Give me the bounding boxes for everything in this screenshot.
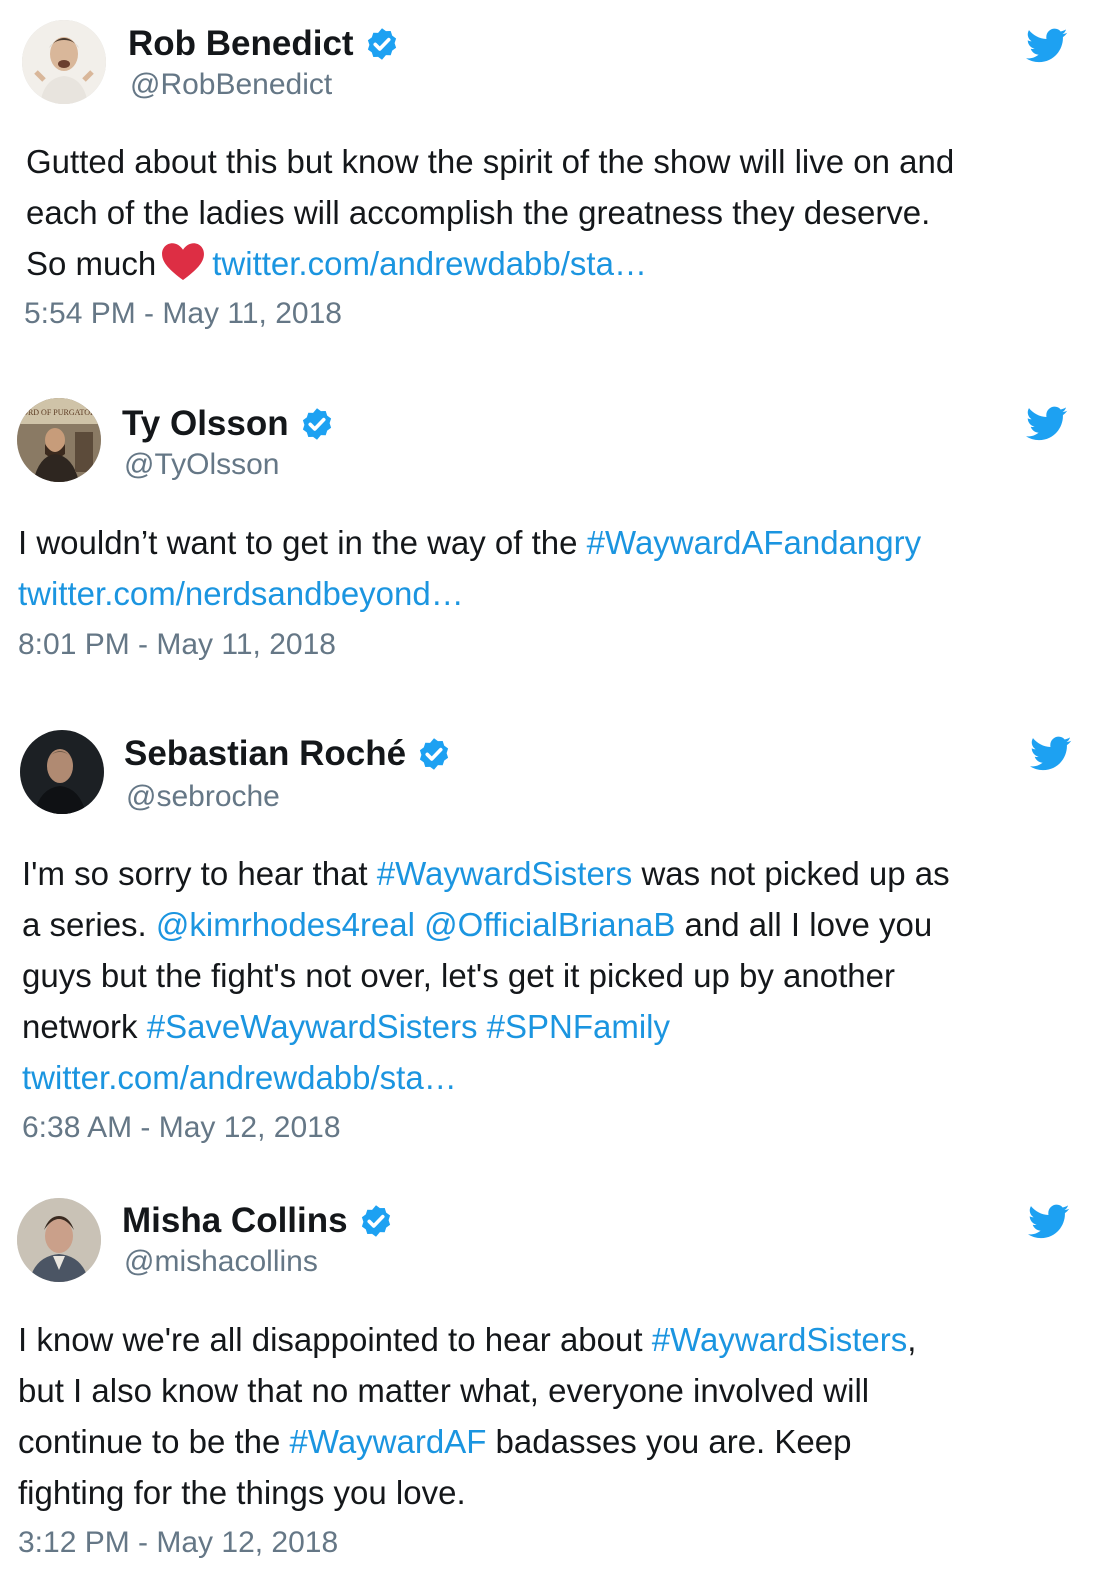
user-handle[interactable]: @RobBenedict <box>130 68 332 102</box>
tweet-line: I wouldn’t want to get in the way of the… <box>18 517 921 568</box>
hashtag-link[interactable]: #SaveWaywardSisters <box>147 1008 478 1045</box>
tweet-line: twitter.com/andrewdabb/sta… <box>22 1052 457 1103</box>
avatar[interactable] <box>17 1198 101 1282</box>
tweet-ty-olsson[interactable]: LORD OF PURGATORY Ty Olsson @TyOlsson I … <box>0 380 1098 680</box>
tweet-line: network #SaveWaywardSisters #SPNFamily <box>22 1001 670 1052</box>
hashtag-link[interactable]: #WaywardAF <box>290 1423 487 1460</box>
tweet-timestamp[interactable]: 8:01 PM - May 11, 2018 <box>18 628 336 662</box>
verified-badge-icon <box>358 1203 394 1239</box>
twitter-bird-icon[interactable] <box>1028 1204 1070 1240</box>
user-handle[interactable]: @sebroche <box>126 780 280 814</box>
tweet-text: So much <box>26 245 157 282</box>
display-name[interactable]: Ty Olsson <box>122 404 335 444</box>
tweet-rob-benedict[interactable]: Rob Benedict @RobBenedict Gutted about t… <box>0 0 1098 360</box>
tweet-misha-collins[interactable]: Misha Collins @mishacollins I know we're… <box>0 1180 1098 1576</box>
verified-badge-icon <box>416 736 452 772</box>
hashtag-link[interactable]: #WaywardSisters <box>377 855 633 892</box>
display-name[interactable]: Rob Benedict <box>128 24 400 64</box>
tweet-timestamp[interactable]: 5:54 PM - May 11, 2018 <box>24 297 342 331</box>
tweet-text: I know we're all disappointed to hear ab… <box>18 1321 652 1358</box>
avatar-photo: LORD OF PURGATORY <box>17 398 101 482</box>
verified-badge-icon <box>299 406 335 442</box>
tweet-text: , <box>907 1321 917 1358</box>
display-name[interactable]: Sebastian Roché <box>124 734 452 774</box>
avatar[interactable]: LORD OF PURGATORY <box>17 398 101 482</box>
hashtag-link[interactable]: #SPNFamily <box>487 1008 670 1045</box>
twitter-bird-icon[interactable] <box>1026 406 1068 442</box>
tweet-line: fighting for the things you love. <box>18 1474 466 1511</box>
user-handle[interactable]: @TyOlsson <box>124 448 280 482</box>
tweet-text: network <box>22 1008 147 1045</box>
tweet-link[interactable]: twitter.com/andrewdabb/sta… <box>212 245 647 282</box>
display-name-text: Ty Olsson <box>122 404 289 443</box>
tweet-line: I know we're all disappointed to hear ab… <box>18 1314 916 1365</box>
tweet-line: each of the ladies will accomplish the g… <box>26 194 931 231</box>
tweet-line: but I also know that no matter what, eve… <box>18 1372 870 1409</box>
twitter-bird-icon[interactable] <box>1030 736 1072 772</box>
display-name[interactable]: Misha Collins <box>122 1201 394 1241</box>
user-handle[interactable]: @mishacollins <box>124 1245 318 1279</box>
red-heart-icon <box>160 241 206 281</box>
avatar[interactable] <box>22 20 106 104</box>
tweet-line: twitter.com/nerdsandbeyond… <box>18 568 464 619</box>
tweet-line: So much twitter.com/andrewdabb/sta… <box>26 238 647 289</box>
tweet-line: Gutted about this but know the spirit of… <box>26 143 955 180</box>
tweet-link[interactable]: twitter.com/nerdsandbeyond… <box>18 575 464 612</box>
twitter-bird-icon[interactable] <box>1026 28 1068 64</box>
display-name-text: Rob Benedict <box>128 24 354 63</box>
tweet-text: was not picked up as <box>632 855 950 892</box>
hashtag-link[interactable]: #WaywardAFandangry <box>587 524 921 561</box>
hashtag-link[interactable]: #WaywardSisters <box>652 1321 908 1358</box>
tweet-line: I'm so sorry to hear that #WaywardSister… <box>22 848 950 899</box>
avatar-photo <box>22 20 106 104</box>
tweet-sebastian-roche[interactable]: Sebastian Roché @sebroche I'm so sorry t… <box>0 712 1098 1162</box>
tweet-text: I'm so sorry to hear that <box>22 855 377 892</box>
tweet-timestamp[interactable]: 3:12 PM - May 12, 2018 <box>18 1526 338 1560</box>
avatar-photo <box>17 1198 101 1282</box>
tweet-text: and all I love you <box>675 906 933 943</box>
tweet-text: a series. <box>22 906 156 943</box>
tweet-text: I wouldn’t want to get in the way of the <box>18 524 587 561</box>
mention-link[interactable]: @kimrhodes4real <box>156 906 415 943</box>
tweet-timestamp[interactable]: 6:38 AM - May 12, 2018 <box>22 1111 341 1145</box>
tweet-line: continue to be the #WaywardAF badasses y… <box>18 1416 851 1467</box>
verified-badge-icon <box>364 26 400 62</box>
tweet-line: a series. @kimrhodes4real @OfficialBrian… <box>22 899 932 950</box>
tweet-text: continue to be the <box>18 1423 290 1460</box>
tweet-line: guys but the fight's not over, let's get… <box>22 957 895 994</box>
tweet-text <box>415 906 424 943</box>
tweet-link[interactable]: twitter.com/andrewdabb/sta… <box>22 1059 457 1096</box>
avatar-sign-text: LORD OF PURGATORY <box>17 408 101 417</box>
mention-link[interactable]: @OfficialBrianaB <box>424 906 675 943</box>
display-name-text: Misha Collins <box>122 1201 348 1240</box>
display-name-text: Sebastian Roché <box>124 734 407 773</box>
tweet-text <box>477 1008 486 1045</box>
tweet-text: badasses you are. Keep <box>486 1423 852 1460</box>
avatar-photo <box>20 730 104 814</box>
avatar[interactable] <box>20 730 104 814</box>
